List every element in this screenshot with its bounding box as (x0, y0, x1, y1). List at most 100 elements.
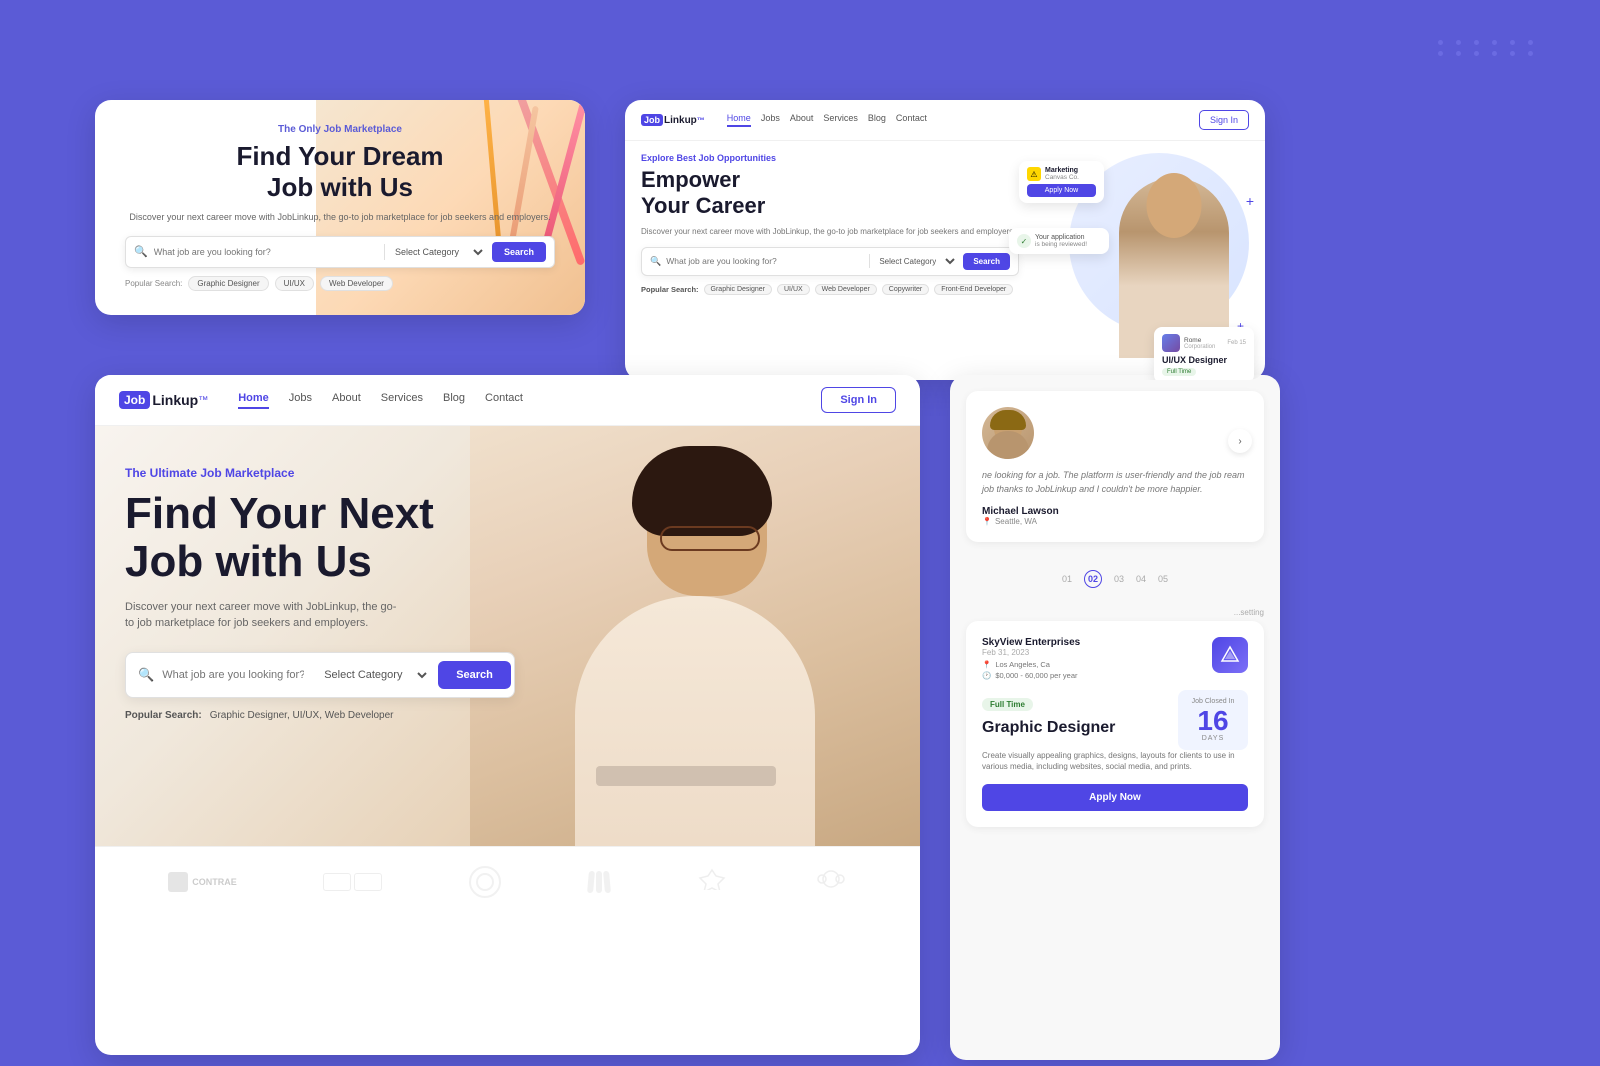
card4-job-badge: Full Time (982, 698, 1033, 711)
card2-tag-graphic[interactable]: Graphic Designer (704, 284, 772, 295)
card3-popular-tags: Graphic Designer, UI/UX, Web Developer (210, 710, 394, 721)
card3-hero-content: The Ultimate Job Marketplace Find Your N… (95, 426, 545, 761)
card1-tag-graphic[interactable]: Graphic Designer (188, 276, 268, 291)
card2-nav-contact[interactable]: Contact (896, 113, 927, 127)
card3-logo-tm: ™ (198, 395, 208, 406)
card3-body (575, 596, 815, 846)
card4-countdown-label: Job Closed In (1190, 698, 1236, 705)
card4-job-title-row: Full Time Graphic Designer Job Closed In… (982, 690, 1248, 750)
floating-job-company-sub: Corporation (1184, 344, 1215, 350)
card4-page-1[interactable]: 01 (1062, 574, 1072, 584)
card3-footer: CONTRAE (95, 846, 920, 916)
card2-logo: Job Linkup ™ (641, 114, 705, 126)
floating-marketing-label: Marketing (1045, 167, 1079, 174)
card3-nav-home[interactable]: Home (238, 392, 269, 409)
card4-page-2[interactable]: 02 (1084, 570, 1102, 588)
card3-nav-contact[interactable]: Contact (485, 392, 523, 409)
card4-avatar (982, 407, 1034, 459)
card3-signin-button[interactable]: Sign In (821, 387, 896, 413)
card2-nav-jobs[interactable]: Jobs (761, 113, 780, 127)
card1-search-input[interactable] (154, 247, 378, 257)
footer-company-3 (469, 866, 501, 898)
card1-description: Discover your next career move with JobL… (125, 211, 555, 224)
card2-empower-hero: Job Linkup ™ Home Jobs About Services Bl… (625, 100, 1265, 380)
floating-job-title: UI/UX Designer (1162, 355, 1246, 365)
card1-title: Find Your Dream Job with Us (125, 141, 555, 203)
card3-nav-items: Home Jobs About Services Blog Contact (238, 392, 801, 409)
footer-company-6 (815, 865, 847, 898)
card4-company-info: SkyView Enterprises Feb 31, 2023 📍 Los A… (982, 637, 1212, 682)
card4-testimonial-card: ne looking for a job. The platform is us… (966, 391, 1264, 542)
card3-nav-services[interactable]: Services (381, 392, 423, 409)
card1-tagline: The Only Job Marketplace (125, 124, 555, 135)
card1-category-select[interactable]: Select Category Design Development Marke… (391, 246, 486, 258)
card4-next-button[interactable]: › (1228, 429, 1252, 453)
card3-nav-about[interactable]: About (332, 392, 361, 409)
card2-nav-about[interactable]: About (790, 113, 814, 127)
card3-logo-linkup: Linkup (152, 392, 198, 408)
card2-floating-apply-btn[interactable]: Apply Now (1027, 184, 1096, 197)
card3-popular-label: Popular Search: (125, 710, 202, 721)
location-icon-sm: 📍 (982, 660, 991, 669)
card4-avatar-row (982, 407, 1248, 459)
card4-job-title-area: Full Time Graphic Designer (982, 690, 1115, 737)
card1-popular-label: Popular Search: (125, 279, 182, 288)
card2-nav-home[interactable]: Home (727, 113, 751, 127)
card2-right-panel: ⚠ Marketing Canvas Co. Apply Now ✓ Your … (1029, 153, 1249, 380)
card3-description: Discover your next career move with JobL… (125, 599, 405, 632)
card2-category-select[interactable]: Select Category (875, 256, 958, 267)
location-icon: 📍 (982, 517, 992, 526)
salary-icon: 🕐 (982, 671, 991, 680)
floating-job-company: Rome (1184, 337, 1215, 344)
card3-category-select[interactable]: Select Category Design Development Marke… (320, 668, 430, 682)
card4-company-name: SkyView Enterprises (982, 637, 1212, 648)
card1-search-bar: 🔍 Select Category Design Development Mar… (125, 236, 555, 268)
card2-tag-copywriter[interactable]: Copywriter (882, 284, 929, 295)
card2-nav-items: Home Jobs About Services Blog Contact (727, 113, 1185, 127)
card4-page-5[interactable]: 05 (1158, 574, 1168, 584)
card3-tagline: The Ultimate Job Marketplace (125, 466, 515, 480)
card4-job-title: Graphic Designer (982, 719, 1115, 737)
footer-company-4 (588, 871, 610, 893)
card4-apply-button[interactable]: Apply Now (982, 784, 1248, 811)
card3-logo-area: Job Linkup ™ (119, 391, 208, 409)
card2-nav-blog[interactable]: Blog (868, 113, 886, 127)
card2-tag-webdev[interactable]: Web Developer (815, 284, 877, 295)
card3-glasses (660, 526, 760, 551)
card2-search-input[interactable] (666, 256, 864, 266)
card3-nav-blog[interactable]: Blog (443, 392, 465, 409)
footer-logo-2 (323, 873, 382, 891)
card2-tag-frontend[interactable]: Front-End Developer (934, 284, 1013, 295)
footer-company-2 (323, 873, 382, 891)
card2-floating-job: Rome Corporation Feb 15 UI/UX Designer F… (1154, 327, 1254, 380)
card2-popular-label: Popular Search: (641, 285, 699, 294)
card3-full-hero: Job Linkup ™ Home Jobs About Services Bl… (95, 375, 920, 1055)
card4-job-salary: 🕐 $0,000 - 60,000 per year (982, 671, 1212, 680)
card3-hero-section: The Ultimate Job Marketplace Find Your N… (95, 426, 920, 846)
card4-job-description: Create visually appealing graphics, desi… (982, 750, 1248, 772)
card2-search-button[interactable]: Search (963, 253, 1010, 270)
card4-author-name: Michael Lawson (982, 506, 1248, 517)
card1-tag-webdev[interactable]: Web Developer (320, 276, 393, 291)
card1-search-button[interactable]: Search (492, 242, 546, 262)
card4-page-3[interactable]: 03 (1114, 574, 1124, 584)
card2-tagline: Explore Best Job Opportunities (641, 153, 1019, 163)
card2-floating-review: ✓ Your application is being reviewed! (1009, 228, 1109, 254)
card2-nav-services[interactable]: Services (823, 113, 858, 127)
card2-tag-uiux[interactable]: UI/UX (777, 284, 810, 295)
card3-search-bar: 🔍 Select Category Design Development Mar… (125, 652, 515, 698)
card4-countdown-days: DAYS (1190, 735, 1236, 742)
card2-signin-button[interactable]: Sign In (1199, 110, 1249, 130)
card3-search-input[interactable] (162, 669, 304, 681)
card3-nav-jobs[interactable]: Jobs (289, 392, 312, 409)
footer-company-1: CONTRAE (168, 872, 237, 892)
card2-search-bar: 🔍 Select Category Search (641, 247, 1019, 276)
card4-testimonial-text: ne looking for a job. The platform is us… (982, 469, 1248, 496)
card1-divider (384, 244, 385, 260)
card3-search-button[interactable]: Search (438, 661, 511, 689)
card1-simple-hero: The Only Job Marketplace Find Your Dream… (95, 100, 585, 315)
card4-countdown-number: 16 (1190, 707, 1236, 735)
card4-page-4[interactable]: 04 (1136, 574, 1146, 584)
card4-section-label: ...setting (950, 600, 1280, 621)
card1-tag-uiux[interactable]: UI/UX (275, 276, 314, 291)
